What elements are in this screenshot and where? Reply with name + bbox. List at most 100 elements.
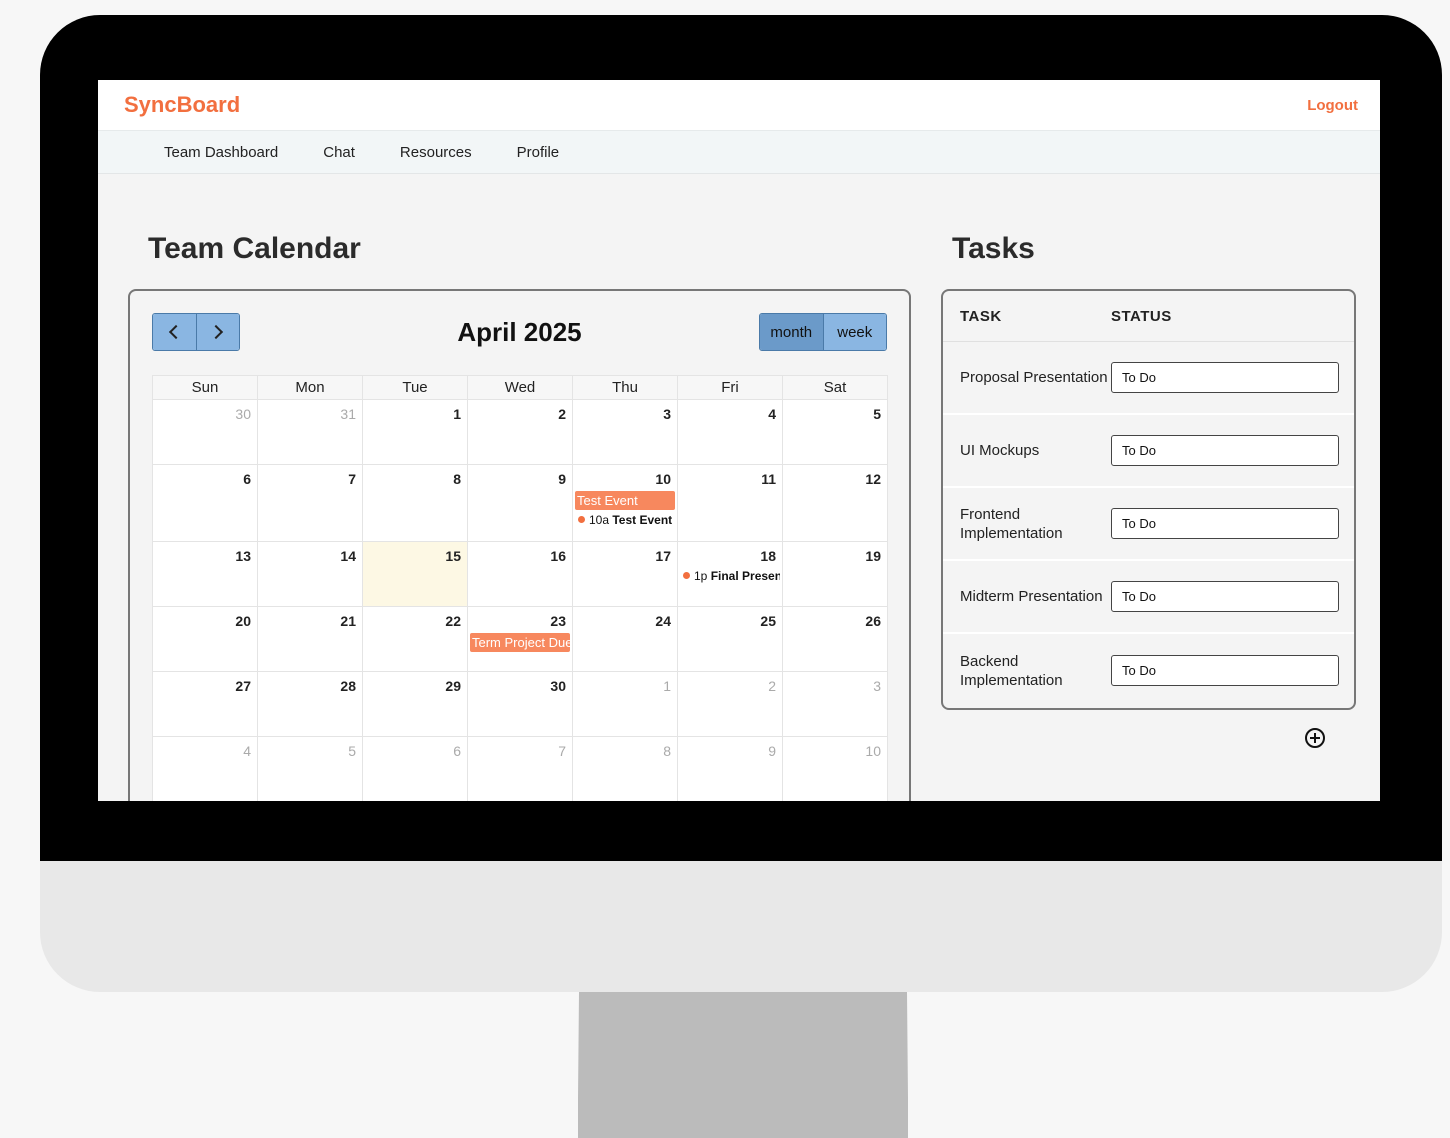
brand-logo[interactable]: SyncBoard [124, 92, 240, 118]
day-number: 2 [558, 406, 566, 422]
add-task-button[interactable] [1305, 728, 1325, 748]
calendar-day[interactable]: 4 [677, 400, 782, 464]
task-name: Midterm Presentation [960, 588, 1103, 605]
calendar-day[interactable]: 3 [572, 400, 677, 464]
task-name: UI Mockups [960, 442, 1040, 459]
calendar-day[interactable]: 17 [572, 542, 677, 606]
calendar-day[interactable]: 5 [257, 737, 362, 801]
calendar-day[interactable]: 7 [257, 465, 362, 541]
calendar-day[interactable]: 9 [677, 737, 782, 801]
calendar-day[interactable]: 1 [572, 672, 677, 736]
calendar-day[interactable]: 24 [572, 607, 677, 671]
day-of-week-header: Sun Mon Tue Wed Thu Fri Sat [153, 376, 887, 400]
calendar-event[interactable]: Test Event [575, 491, 675, 510]
calendar-day[interactable]: 27 [153, 672, 257, 736]
day-number: 27 [235, 678, 251, 694]
calendar-day[interactable]: 11 [677, 465, 782, 541]
calendar-day[interactable]: 31 [257, 400, 362, 464]
calendar-day[interactable]: 2 [677, 672, 782, 736]
calendar-day[interactable]: 19 [782, 542, 887, 606]
day-number: 4 [768, 406, 776, 422]
day-number: 1 [453, 406, 461, 422]
day-number: 7 [348, 471, 356, 487]
day-number: 2 [768, 678, 776, 694]
day-number: 21 [340, 613, 356, 629]
calendar-day[interactable]: 22 [362, 607, 467, 671]
day-number: 6 [453, 743, 461, 759]
calendar-day[interactable]: 8 [572, 737, 677, 801]
calendar-grid: Sun Mon Tue Wed Thu Fri Sat 30 31 1 2 3 4 5 6 7 8 9 10 Tes… [152, 375, 888, 801]
task-row: Proposal Presentation [943, 342, 1354, 415]
main-nav: Team Dashboard Chat Resources Profile [98, 130, 1380, 174]
app-screen: SyncBoard Logout Team Dashboard Chat Res… [98, 80, 1380, 801]
logout-link[interactable]: Logout [1307, 97, 1358, 114]
nav-team-dashboard[interactable]: Team Dashboard [164, 144, 278, 161]
calendar-timed-event[interactable]: 1p Final Presentation [683, 568, 780, 584]
day-number: 11 [761, 471, 776, 487]
calendar-day[interactable]: 30 [467, 672, 572, 736]
task-status-input[interactable] [1111, 508, 1339, 539]
day-of-week-mon: Mon [257, 376, 362, 399]
nav-profile[interactable]: Profile [517, 144, 560, 161]
calendar-day[interactable]: 6 [153, 465, 257, 541]
calendar-day[interactable]: 2 [467, 400, 572, 464]
day-of-week-sun: Sun [191, 379, 219, 396]
calendar-day[interactable]: 16 [467, 542, 572, 606]
calendar-day[interactable]: 6 [362, 737, 467, 801]
calendar-day[interactable]: 30 [153, 400, 257, 464]
calendar-day[interactable]: 26 [782, 607, 887, 671]
day-number: 1 [663, 678, 671, 694]
calendar-day[interactable]: 9 [467, 465, 572, 541]
task-status-input[interactable] [1111, 655, 1339, 686]
calendar-day[interactable]: 4 [153, 737, 257, 801]
calendar-day[interactable]: 25 [677, 607, 782, 671]
day-number: 26 [865, 613, 881, 629]
calendar-day[interactable]: 14 [257, 542, 362, 606]
day-number: 30 [550, 678, 566, 694]
day-number: 24 [655, 613, 671, 629]
calendar-event[interactable]: Term Project Due [470, 633, 570, 652]
calendar-day[interactable]: 7 [467, 737, 572, 801]
tasks-heading: Tasks [952, 232, 1035, 265]
task-status-input[interactable] [1111, 581, 1339, 612]
calendar-day[interactable]: 12 [782, 465, 887, 541]
calendar-week-row: 6 7 8 9 10 Test Event 10a Test Event 11 12 [153, 465, 887, 542]
calendar-timed-event[interactable]: 10a Test Event [578, 512, 675, 528]
task-row: UI Mockups [943, 415, 1354, 488]
week-view-button[interactable]: week [822, 314, 886, 350]
day-of-week-fri: Fri [677, 376, 782, 399]
day-number: 6 [243, 471, 251, 487]
nav-resources[interactable]: Resources [400, 144, 472, 161]
calendar-day[interactable]: 10 [782, 737, 887, 801]
calendar-day[interactable]: 18 1p Final Presentation [677, 542, 782, 606]
day-number: 9 [558, 471, 566, 487]
month-view-button[interactable]: month [760, 314, 823, 350]
task-status-input[interactable] [1111, 435, 1339, 466]
calendar-day[interactable]: 3 [782, 672, 887, 736]
tasks-table: TASK STATUS Proposal Presentation UI Mock… [941, 289, 1356, 710]
calendar-nav-group [152, 313, 240, 351]
calendar-day[interactable]: 28 [257, 672, 362, 736]
view-toggle-group: month week [759, 313, 887, 351]
calendar-day[interactable]: 21 [257, 607, 362, 671]
calendar-heading: Team Calendar [148, 232, 361, 265]
day-number: 3 [873, 678, 881, 694]
day-number: 14 [340, 548, 356, 564]
calendar-day-today[interactable]: 15 [362, 542, 467, 606]
calendar-day[interactable]: 13 [153, 542, 257, 606]
prev-month-button[interactable] [153, 314, 196, 350]
calendar-day[interactable]: 1 [362, 400, 467, 464]
nav-chat[interactable]: Chat [323, 144, 355, 161]
calendar-day[interactable]: 29 [362, 672, 467, 736]
day-number: 31 [340, 406, 356, 422]
calendar-day[interactable]: 20 [153, 607, 257, 671]
calendar-day[interactable]: 10 Test Event 10a Test Event [572, 465, 677, 541]
next-month-button[interactable] [195, 314, 239, 350]
day-number: 5 [873, 406, 881, 422]
day-number: 16 [550, 548, 566, 564]
day-number: 22 [445, 613, 461, 629]
calendar-day[interactable]: 23 Term Project Due [467, 607, 572, 671]
task-status-input[interactable] [1111, 362, 1339, 393]
calendar-day[interactable]: 8 [362, 465, 467, 541]
calendar-day[interactable]: 5 [782, 400, 887, 464]
